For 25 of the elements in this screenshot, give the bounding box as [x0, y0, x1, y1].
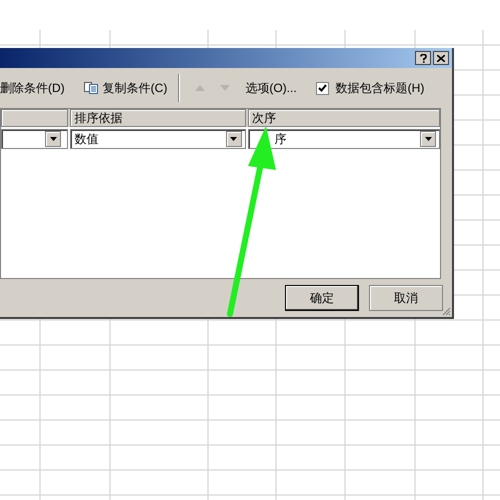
ok-button[interactable]: 确定	[285, 285, 359, 311]
caret-icon	[424, 137, 432, 141]
caret-icon	[50, 137, 57, 141]
resize-grip-icon[interactable]	[441, 306, 451, 316]
dropdown-button[interactable]	[420, 131, 436, 147]
dropdown-field[interactable]: 序	[248, 129, 440, 149]
dropdown-field[interactable]: 数值	[70, 129, 246, 149]
help-button[interactable]	[415, 51, 431, 65]
caret-icon	[230, 137, 238, 141]
cancel-button[interactable]: 取消	[369, 285, 443, 311]
headers-checkbox-label: 数据包含标题(H)	[336, 80, 424, 97]
copy-icon	[84, 82, 98, 94]
help-icon	[420, 54, 426, 62]
copy-condition-button[interactable]: 复制条件(C)	[102, 79, 168, 97]
delete-condition-button[interactable]: 删除条件(D)	[0, 79, 65, 97]
dropdown-field[interactable]	[1, 129, 68, 149]
close-icon	[437, 54, 445, 62]
headers-checkbox[interactable]	[316, 82, 329, 94]
dropdown-button[interactable]	[45, 131, 62, 147]
close-button[interactable]	[433, 51, 449, 65]
check-icon	[318, 84, 327, 92]
column-header: 排序依据	[70, 109, 246, 127]
dropdown-button[interactable]	[226, 131, 242, 147]
options-button[interactable]: 选项(O)...	[245, 79, 297, 97]
column-header: 次序	[248, 109, 440, 127]
